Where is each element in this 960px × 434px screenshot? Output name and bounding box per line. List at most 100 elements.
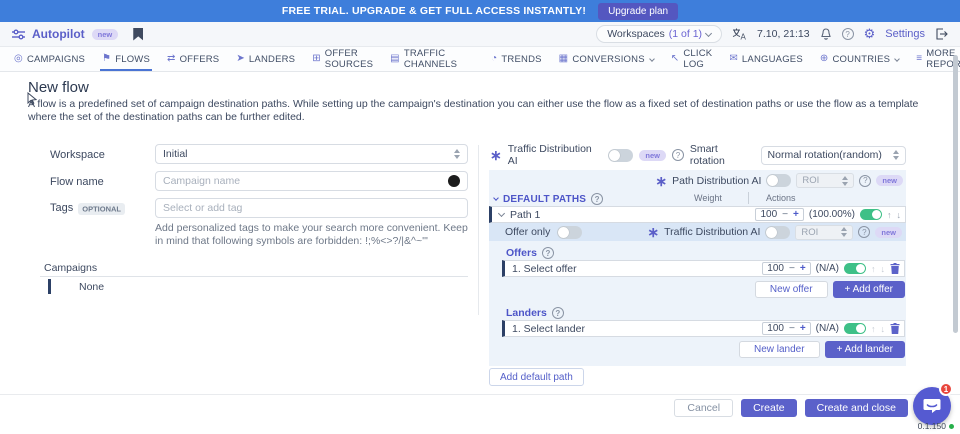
offers-help-icon[interactable] [542,247,554,259]
move-down-icon[interactable]: ↓ [897,210,902,220]
nav-traffic-channels[interactable]: ▤TRAFFIC CHANNELS [390,47,457,71]
workspace-select[interactable]: Initial [155,144,468,164]
path-traffic-ai-metric-select[interactable]: ROI [795,225,853,240]
scrollbar-thumb[interactable] [953,55,958,333]
move-down-icon[interactable]: ↓ [881,264,886,274]
workspaces-dropdown[interactable]: Workspaces (1 of 1) [596,25,722,43]
add-lander-button[interactable]: + Add lander [825,341,905,358]
flow-name-input[interactable] [163,175,448,187]
notifications-bell-icon[interactable] [820,28,832,41]
offer-only-label: Offer only [505,226,550,238]
send-icon: ➤ [236,54,245,64]
trial-banner: FREE TRIAL. UPGRADE & GET FULL ACCESS IN… [0,0,960,22]
rotation-select[interactable]: Normal rotation(random) [761,146,906,165]
flow-color-dot[interactable] [448,175,460,187]
weight-column-header: Weight [694,193,722,203]
path-ai-metric-select[interactable]: ROI [796,173,854,188]
lander-weight-input[interactable]: 100 − + [762,322,810,335]
weight-minus-button[interactable]: − [782,209,788,220]
bookmark-icon[interactable] [133,28,143,41]
create-and-close-button[interactable]: Create and close [805,399,908,417]
offer-row: 1. Select offer 100 − + (N/A) ↑ ↓ [502,260,905,277]
add-offer-button[interactable]: + Add offer [833,281,905,298]
default-paths-help-icon[interactable] [591,193,603,205]
traffic-ai-label: Traffic Distribution AI [508,143,603,167]
settings-link[interactable]: Settings [885,28,925,40]
path-weight-input[interactable]: 100 − + [755,208,803,221]
weight-minus-button[interactable]: − [789,323,795,334]
move-up-icon[interactable]: ↑ [887,210,892,220]
roi-value: ROI [802,175,819,186]
main-nav: ◎CAMPAIGNS ⚑FLOWS ⇄OFFERS ➤ LANDERS ⊞OFFE… [0,47,960,72]
chevron-down-icon[interactable] [498,210,505,217]
create-button[interactable]: Create [741,399,797,417]
gear-icon[interactable]: ⚙ [864,26,876,42]
tags-input[interactable] [163,202,460,214]
path-enabled-toggle[interactable] [860,209,882,220]
weight-plus-button[interactable]: + [793,209,799,220]
lander-stat: (N/A) [816,323,839,334]
help-icon[interactable] [842,28,854,40]
nav-label: CONVERSIONS [572,54,644,65]
path-ai-help-icon[interactable] [859,175,871,187]
svg-text:A: A [741,33,747,41]
nav-landers[interactable]: ➤ LANDERS [236,47,295,71]
move-up-icon[interactable]: ↑ [871,324,876,334]
optional-badge: OPTIONAL [78,203,125,215]
traffic-ai-toggle[interactable] [608,149,633,162]
nav-countries[interactable]: ⊕COUNTRIES [820,47,899,71]
path-row: Path 1 100 − + (100.00%) ↑ ↓ [489,206,906,223]
nav-label: LANDERS [249,54,295,65]
move-up-icon[interactable]: ↑ [871,264,876,274]
offer-weight-input[interactable]: 100 − + [762,262,810,275]
nav-label: OFFERS [180,54,220,65]
move-down-icon[interactable]: ↓ [881,324,886,334]
weight-minus-button[interactable]: − [789,263,795,274]
autopilot-link[interactable]: Autopilot [32,27,85,41]
offer-name: 1. Select offer [512,263,577,275]
offer-enabled-toggle[interactable] [844,263,866,274]
trash-icon[interactable] [890,323,900,334]
default-paths-toggle[interactable]: DEFAULT PATHS [494,193,603,205]
nav-click-log[interactable]: ↖CLICK LOG [671,47,713,71]
nav-offer-sources[interactable]: ⊞OFFER SOURCES [312,47,373,71]
upgrade-plan-button[interactable]: Upgrade plan [598,3,678,20]
path-ai-toggle[interactable] [766,174,791,187]
path-traffic-ai-toggle[interactable] [765,226,790,239]
new-lander-button[interactable]: New lander [739,341,820,358]
landers-help-icon[interactable] [552,307,564,319]
flow-name-label: Flow name [50,176,104,188]
cancel-button[interactable]: Cancel [674,399,733,417]
lander-enabled-toggle[interactable] [844,323,866,334]
nav-offers[interactable]: ⇄OFFERS [167,47,219,71]
actions-column-header: Actions [766,193,796,203]
add-default-path-button[interactable]: Add default path [489,368,584,386]
weight-plus-button[interactable]: + [800,323,806,334]
nav-campaigns[interactable]: ◎CAMPAIGNS [14,47,85,71]
new-badge: new [875,227,902,238]
paths-panel: ∗ Path Distribution AI ROI new DEFAULT P… [489,170,906,366]
trash-icon[interactable] [890,263,900,274]
landers-title-text: Landers [506,307,547,319]
smart-rotation-help-icon[interactable] [672,149,684,161]
lander-name: 1. Select lander [512,323,585,335]
weight-plus-button[interactable]: + [800,263,806,274]
offers-title: Offers [506,247,554,259]
translate-icon[interactable]: A [732,28,747,40]
traffic-ai-label: Traffic Distribution AI [664,226,760,238]
path-percent: (100.00%) [809,209,855,220]
offer-only-toggle[interactable] [557,226,582,239]
logout-icon[interactable] [935,28,948,40]
new-offer-button[interactable]: New offer [755,281,828,298]
traffic-ai-help-icon[interactable] [858,226,870,238]
roi-value: ROI [801,227,818,238]
nav-label: COUNTRIES [832,54,890,65]
footer-divider [0,394,960,395]
nav-trends[interactable]: ◔TRENDS [491,47,542,71]
nav-conversions[interactable]: ▦CONVERSIONS [559,47,654,71]
header-actions: Workspaces (1 of 1) A 7.10, 21:13 ⚙ Sett… [596,25,948,43]
weight-value: 100 [760,209,777,220]
nav-flows[interactable]: ⚑FLOWS [102,47,150,71]
card-icon: ▤ [390,54,400,64]
nav-languages[interactable]: ✉LANGUAGES [729,47,803,71]
